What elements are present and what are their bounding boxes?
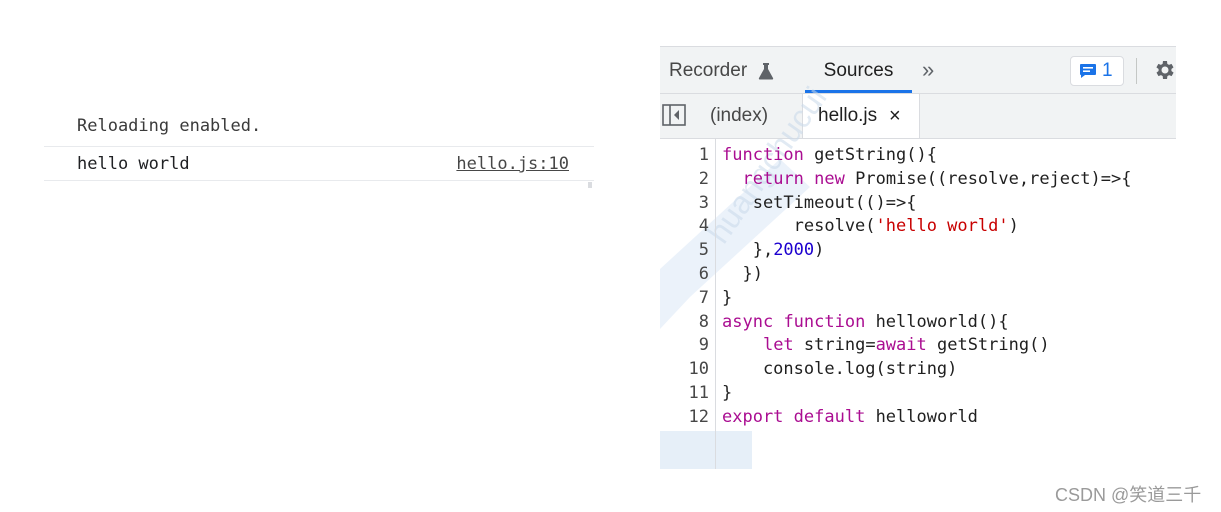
code-line: 4 resolve('hello world') — [660, 214, 1176, 238]
code-text: } — [722, 383, 733, 403]
line-number[interactable]: 1 — [660, 143, 709, 167]
file-tab-index[interactable]: (index) — [710, 94, 768, 138]
console-source-link[interactable]: hello.js:10 — [456, 154, 569, 174]
file-tab-label: hello.js — [818, 105, 878, 126]
code-text: export default helloworld — [722, 406, 978, 427]
line-number[interactable]: 4 — [660, 214, 709, 238]
code-text: }) — [722, 264, 763, 284]
devtools-panel: Recorder Sources » 1 (index) hello.js × … — [660, 46, 1176, 469]
code-text: function getString(){ — [722, 145, 937, 165]
code-text: let string=await getString() — [762, 335, 1050, 356]
line-number[interactable]: 2 — [660, 167, 709, 191]
console-message-row[interactable]: hello world hello.js:10 — [44, 146, 594, 181]
code-line: 9 let string=await getString() — [660, 333, 1176, 357]
code-line: 3 setTimeout(()=>{ — [660, 191, 1176, 215]
devtools-tabbar: Recorder Sources » 1 — [660, 47, 1176, 94]
code-text: return new Promise((resolve,reject)=>{ — [742, 168, 1132, 189]
code-line: 11} — [660, 381, 1176, 405]
line-number[interactable]: 8 — [660, 310, 709, 334]
tab-recorder[interactable]: Recorder — [669, 47, 774, 91]
code-line: 10 console.log(string) — [660, 357, 1176, 381]
code-text: setTimeout(()=>{ — [722, 192, 917, 213]
console-panel: Reloading enabled. hello world hello.js:… — [44, 112, 594, 192]
line-number[interactable]: 3 — [660, 191, 709, 215]
console-scroll-indicator — [588, 182, 592, 188]
navigator-toggle-icon[interactable] — [662, 104, 686, 126]
code-line: 6 }) — [660, 262, 1176, 286]
line-number[interactable]: 12 — [660, 405, 709, 429]
code-text: resolve('hello world') — [722, 216, 1019, 237]
close-icon[interactable]: × — [889, 94, 901, 138]
code-line: 1 function getString(){ — [660, 143, 1176, 167]
issues-button[interactable]: 1 — [1070, 56, 1124, 86]
line-number[interactable]: 7 — [660, 286, 709, 310]
line-number[interactable]: 5 — [660, 238, 709, 262]
line-number[interactable]: 9 — [660, 333, 709, 357]
console-clipped-line: Reloading enabled. — [77, 116, 262, 136]
file-tab-hello-js[interactable]: hello.js × — [802, 94, 920, 138]
code-text: },2000) — [722, 240, 825, 261]
console-message: hello world — [77, 154, 190, 174]
code-text: async function helloworld(){ — [722, 311, 1009, 332]
code-line: 2 return new Promise((resolve,reject)=>{ — [660, 167, 1176, 191]
code-line: 5 },2000) — [660, 238, 1176, 262]
tab-sources[interactable]: Sources — [805, 47, 912, 93]
credit-watermark: CSDN @笑道三千 — [1055, 485, 1202, 505]
code-line: 12 export default helloworld — [660, 405, 1176, 429]
flask-icon — [759, 62, 774, 80]
code-line: 7} — [660, 286, 1176, 310]
code-text: } — [722, 287, 733, 308]
code-line: 8 async function helloworld(){ — [660, 310, 1176, 334]
more-tabs-icon[interactable]: » — [922, 57, 934, 83]
message-icon — [1080, 64, 1096, 78]
gear-icon[interactable] — [1152, 58, 1176, 82]
line-number[interactable]: 6 — [660, 262, 709, 286]
issues-count: 1 — [1102, 60, 1113, 81]
code-editor[interactable]: huangchucui 1 function getString(){2 retu… — [660, 80, 1176, 469]
line-number[interactable]: 10 — [660, 357, 709, 381]
file-tabbar: (index) hello.js × — [660, 94, 1176, 139]
line-number[interactable]: 11 — [660, 381, 709, 405]
toolbar-divider — [1136, 58, 1137, 84]
tab-recorder-label: Recorder — [669, 60, 748, 81]
code-text: console.log(string) — [722, 359, 958, 380]
